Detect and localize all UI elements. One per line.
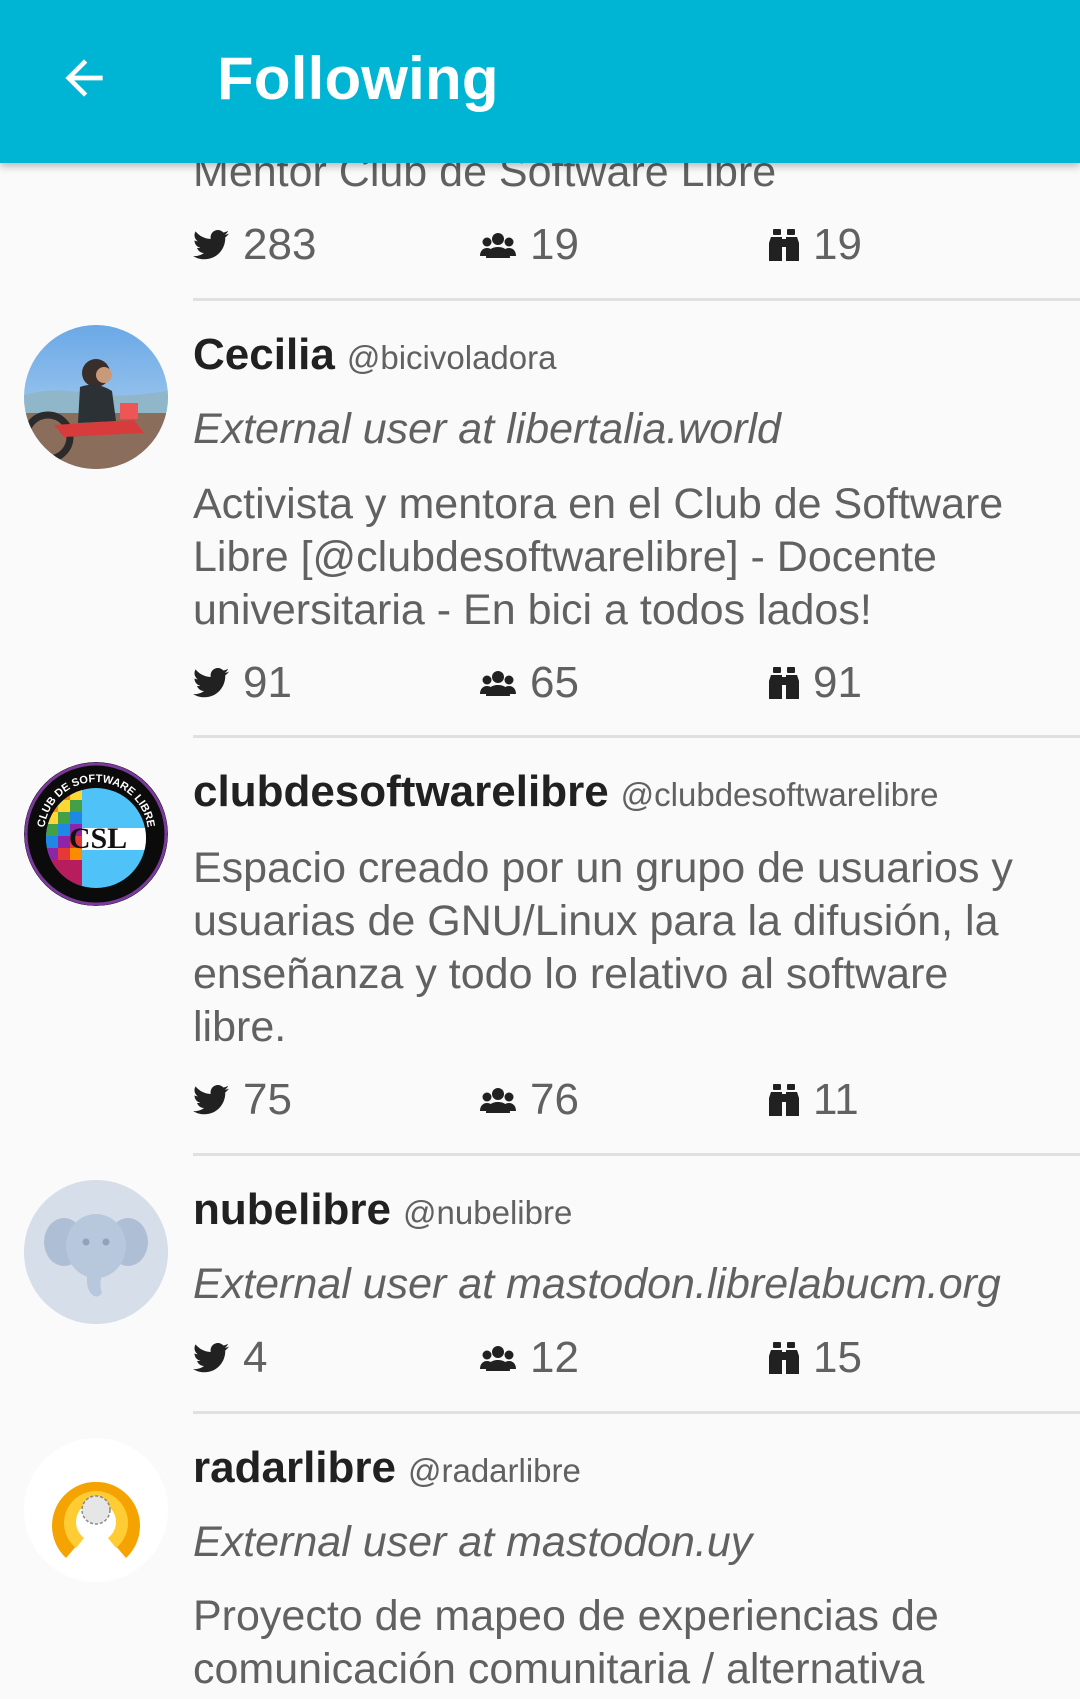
user-stats: 283 19 19: [193, 217, 1053, 273]
user-handle[interactable]: @nubelibre: [403, 1194, 572, 1232]
following-count[interactable]: 65: [480, 655, 579, 711]
followers-count[interactable]: 19: [769, 217, 862, 273]
posts-count[interactable]: 75: [193, 1072, 292, 1128]
avatar[interactable]: [24, 325, 168, 469]
club-logo: CSL CLUB DE SOFTWARE LIBRE: [24, 762, 168, 906]
posts-count[interactable]: 4: [193, 1330, 267, 1386]
user-stats: 4 12 15: [193, 1330, 1053, 1386]
binoculars-icon: [769, 667, 799, 699]
external-user-note: External user at mastodon.uy: [193, 1518, 753, 1566]
user-name[interactable]: nubelibre: [193, 1185, 391, 1235]
user-handle[interactable]: @bicivoladora: [347, 339, 557, 377]
avatar[interactable]: [24, 1180, 168, 1324]
followers-count[interactable]: 11: [769, 1072, 859, 1128]
divider: [193, 735, 1080, 738]
following-count[interactable]: 19: [480, 217, 579, 273]
user-handle[interactable]: @clubdesoftwarelibre: [621, 776, 939, 814]
user-stats: 91 65 91: [193, 655, 1053, 711]
user-handle[interactable]: @radarlibre: [408, 1452, 581, 1490]
user-header: clubdesoftwarelibre @clubdesoftwarelibre: [193, 767, 939, 817]
binoculars-icon: [769, 1084, 799, 1116]
following-count[interactable]: 76: [480, 1072, 579, 1128]
avatar-photo: [24, 325, 168, 469]
group-icon: [480, 1088, 516, 1113]
page-title: Following: [217, 45, 499, 112]
user-header: nubelibre @nubelibre: [193, 1185, 572, 1235]
twitter-bird-icon: [193, 1085, 229, 1115]
divider: [193, 298, 1080, 301]
following-screen: Following Mentor Club de Software Libre …: [0, 0, 1080, 1699]
external-user-note: External user at mastodon.librelabucm.or…: [193, 1260, 1001, 1308]
app-bar: Following: [0, 0, 1080, 163]
twitter-bird-icon: [193, 668, 229, 698]
user-bio: Activista y mentora en el Club de Softwa…: [193, 480, 1004, 634]
group-icon: [480, 1346, 516, 1371]
club-logo-text: CSL: [69, 822, 127, 855]
user-name[interactable]: radarlibre: [193, 1443, 396, 1493]
binoculars-icon: [769, 229, 799, 261]
user-stats: 75 76 11: [193, 1072, 1053, 1128]
user-header: Cecilia @bicivoladora: [193, 330, 556, 380]
followers-count[interactable]: 15: [769, 1330, 862, 1386]
external-user-note: External user at libertalia.world: [193, 405, 781, 453]
twitter-bird-icon: [193, 230, 229, 260]
binoculars-icon: [769, 1342, 799, 1374]
group-icon: [480, 671, 516, 696]
posts-count[interactable]: 91: [193, 655, 292, 711]
radar-logo: [24, 1438, 168, 1582]
back-button[interactable]: [52, 46, 116, 110]
elephant-icon: [24, 1180, 168, 1324]
following-count[interactable]: 12: [480, 1330, 579, 1386]
divider: [193, 1153, 1080, 1156]
arrow-left-icon: [65, 59, 103, 97]
group-icon: [480, 233, 516, 258]
user-name[interactable]: Cecilia: [193, 330, 335, 380]
avatar[interactable]: CSL CLUB DE SOFTWARE LIBRE: [24, 762, 168, 906]
posts-count[interactable]: 283: [193, 217, 316, 273]
avatar[interactable]: [24, 1438, 168, 1582]
divider: [193, 1411, 1080, 1414]
user-header: radarlibre @radarlibre: [193, 1443, 581, 1493]
user-name[interactable]: clubdesoftwarelibre: [193, 767, 609, 817]
user-bio: Proyecto de mapeo de experiencias de com…: [193, 1592, 939, 1693]
user-bio: Espacio creado por un grupo de usuarios …: [193, 844, 1013, 1051]
twitter-bird-icon: [193, 1343, 229, 1373]
followers-count[interactable]: 91: [769, 655, 862, 711]
